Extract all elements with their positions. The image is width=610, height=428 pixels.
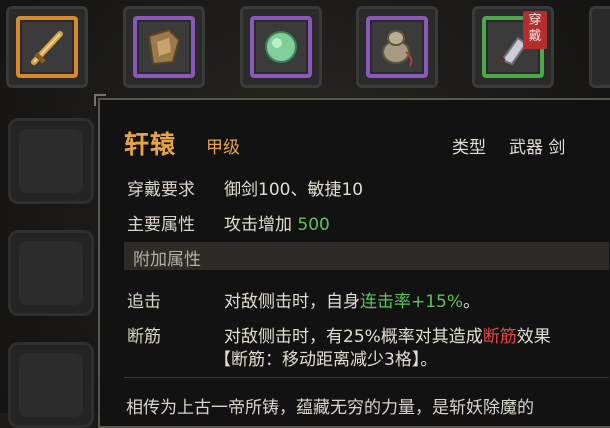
main-attr: 攻击增加 500: [224, 210, 330, 235]
equipped-badge: 穿戴: [523, 11, 547, 49]
type-label: 类型: [452, 138, 486, 158]
extra-text: 效果: [516, 327, 551, 347]
item-description: 相传为上古一帝所铸，蕴藏无穷的力量，是斩妖除魔的: [126, 398, 534, 418]
extra-attr-header: 附加属性: [124, 242, 609, 270]
extra-text: 对敌侧击时，自身: [224, 292, 360, 312]
armor-icon: [147, 28, 181, 66]
slot-partial[interactable]: [589, 6, 610, 88]
requirement-label: 穿戴要求: [127, 180, 195, 200]
gourd-icon: [382, 30, 413, 67]
slot-cleaver[interactable]: 穿戴: [472, 6, 554, 88]
extra-desc-tendon: 对敌侧击时，有25%概率对其造成断筋效果: [224, 322, 551, 347]
sword-icon: [31, 31, 63, 65]
item-name: 轩辕: [124, 130, 177, 159]
slot-gourd[interactable]: [356, 6, 438, 88]
slot-frame: [19, 353, 83, 417]
empty-slot[interactable]: [8, 230, 94, 316]
slot-sword[interactable]: [6, 6, 88, 88]
slot-frame: [19, 241, 83, 305]
extra-highlight: 断筋: [482, 327, 517, 347]
slot-jade[interactable]: [240, 6, 322, 88]
extra-text: 对敌侧击时，有25%概率对其造成: [224, 327, 483, 347]
extra-attr-label: 附加属性: [133, 250, 201, 270]
main-attr-value: 500: [297, 215, 330, 235]
slot-armor[interactable]: [123, 6, 205, 88]
jade-icon: [265, 31, 297, 63]
extra-label-tendon: 断筋: [127, 327, 161, 347]
item-grade: 甲级: [206, 138, 240, 158]
divider: [124, 377, 609, 378]
extra-highlight: 连击率+15%: [360, 292, 464, 312]
requirement-value: 御剑100、敏捷10: [224, 180, 364, 200]
empty-slot[interactable]: [8, 118, 94, 204]
extra-text: 。: [463, 292, 481, 312]
extra-desc-pursuit: 对敌侧击时，自身连击率+15%。: [224, 287, 480, 312]
extra-label-pursuit: 追击: [127, 292, 161, 312]
main-attr-label: 主要属性: [127, 215, 195, 235]
empty-slot[interactable]: [8, 342, 94, 428]
main-attr-text: 攻击增加: [224, 215, 292, 235]
slot-frame: [19, 129, 83, 193]
extra-desc-tendon-line2: 【断筋：移动距离减少3格】。: [214, 350, 438, 370]
type-value: 武器 剑: [509, 138, 566, 158]
